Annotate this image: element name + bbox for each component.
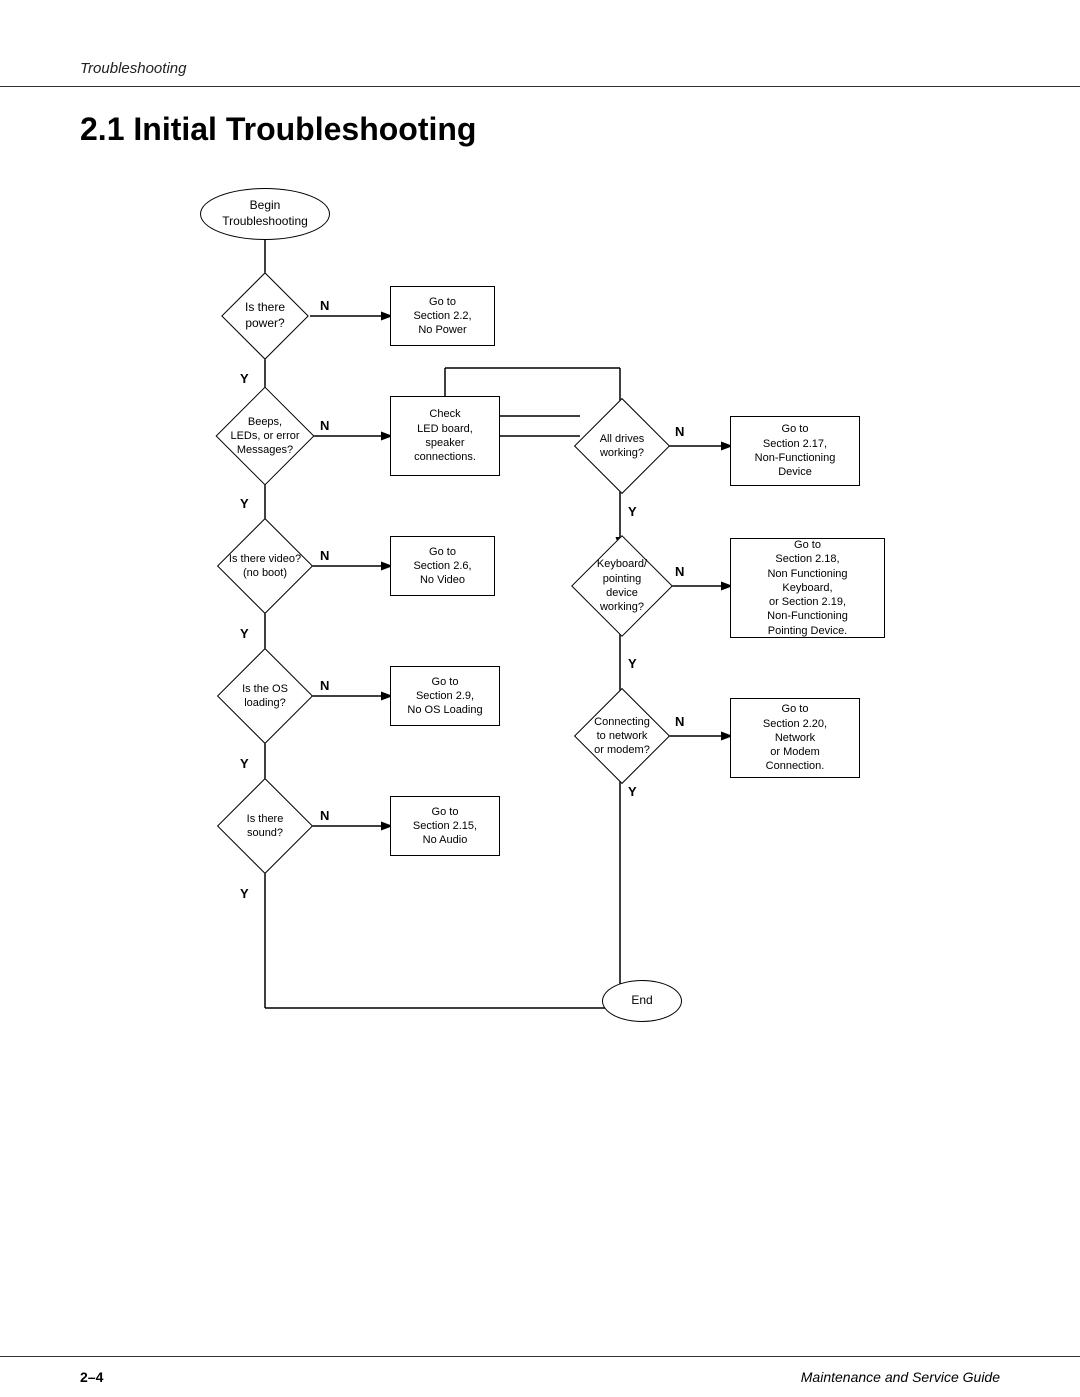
r8-rect: Go toSection 2.20,Networkor ModemConnect… <box>730 698 860 778</box>
r7-rect: Go toSection 2.18,Non FunctioningKeyboar… <box>730 538 885 638</box>
svg-text:Y: Y <box>240 626 249 641</box>
header: Troubleshooting <box>0 0 1080 87</box>
d4-wrapper: Is the OSloading? <box>215 666 315 726</box>
r3-rect: Go toSection 2.6,No Video <box>390 536 495 596</box>
svg-text:N: N <box>320 298 329 313</box>
r2-label: CheckLED board,speakerconnections. <box>414 407 476 464</box>
svg-text:N: N <box>675 424 684 439</box>
r7-label: Go toSection 2.18,Non FunctioningKeyboar… <box>767 538 848 638</box>
d5-wrapper: Is theresound? <box>215 796 315 856</box>
page: Troubleshooting 2.1 Initial Troubleshoot… <box>0 0 1080 1397</box>
diagram-area: N Y N Y N Y N <box>110 168 970 1038</box>
start-oval: Begin Troubleshooting <box>200 188 330 240</box>
footer-page: 2–4 <box>80 1369 103 1385</box>
svg-text:Y: Y <box>240 756 249 771</box>
d6-wrapper: All drivesworking? <box>572 416 672 476</box>
svg-text:Y: Y <box>240 371 249 386</box>
r2-rect: CheckLED board,speakerconnections. <box>390 396 500 476</box>
svg-text:Y: Y <box>240 886 249 901</box>
d1-wrapper: Is therepower? <box>220 286 310 346</box>
end-label: End <box>631 993 652 1009</box>
svg-text:N: N <box>320 548 329 563</box>
footer-title: Maintenance and Service Guide <box>801 1369 1000 1385</box>
d7-wrapper: Keyboard/pointingdeviceworking? <box>570 546 674 626</box>
svg-text:N: N <box>320 808 329 823</box>
r5-rect: Go toSection 2.15,No Audio <box>390 796 500 856</box>
r4-rect: Go toSection 2.9,No OS Loading <box>390 666 500 726</box>
d3-wrapper: Is there video?(no boot) <box>215 536 315 596</box>
start-label: Begin Troubleshooting <box>222 198 308 229</box>
r5-label: Go toSection 2.15,No Audio <box>413 805 477 848</box>
svg-text:N: N <box>320 678 329 693</box>
section-title: 2.1 Initial Troubleshooting <box>80 111 1000 148</box>
r1-rect: Go toSection 2.2,No Power <box>390 286 495 346</box>
svg-text:Y: Y <box>628 656 637 671</box>
r1-label: Go toSection 2.2,No Power <box>413 295 471 338</box>
svg-text:N: N <box>320 418 329 433</box>
end-oval: End <box>602 980 682 1022</box>
svg-text:N: N <box>675 714 684 729</box>
r4-label: Go toSection 2.9,No OS Loading <box>407 675 482 718</box>
r6-label: Go toSection 2.17,Non-FunctioningDevice <box>755 422 836 479</box>
svg-text:Y: Y <box>628 784 637 799</box>
r8-label: Go toSection 2.20,Networkor ModemConnect… <box>763 702 827 773</box>
svg-text:N: N <box>675 564 684 579</box>
svg-text:Y: Y <box>240 496 249 511</box>
d2-wrapper: Beeps,LEDs, or errorMessages? <box>215 406 315 466</box>
d8-wrapper: Connectingto networkor modem? <box>570 706 674 766</box>
r3-label: Go toSection 2.6,No Video <box>413 545 471 588</box>
svg-text:Y: Y <box>628 504 637 519</box>
footer: 2–4 Maintenance and Service Guide <box>0 1356 1080 1397</box>
header-label: Troubleshooting <box>80 60 186 77</box>
r6-rect: Go toSection 2.17,Non-FunctioningDevice <box>730 416 860 486</box>
main-content: 2.1 Initial Troubleshooting N Y <box>0 87 1080 1038</box>
